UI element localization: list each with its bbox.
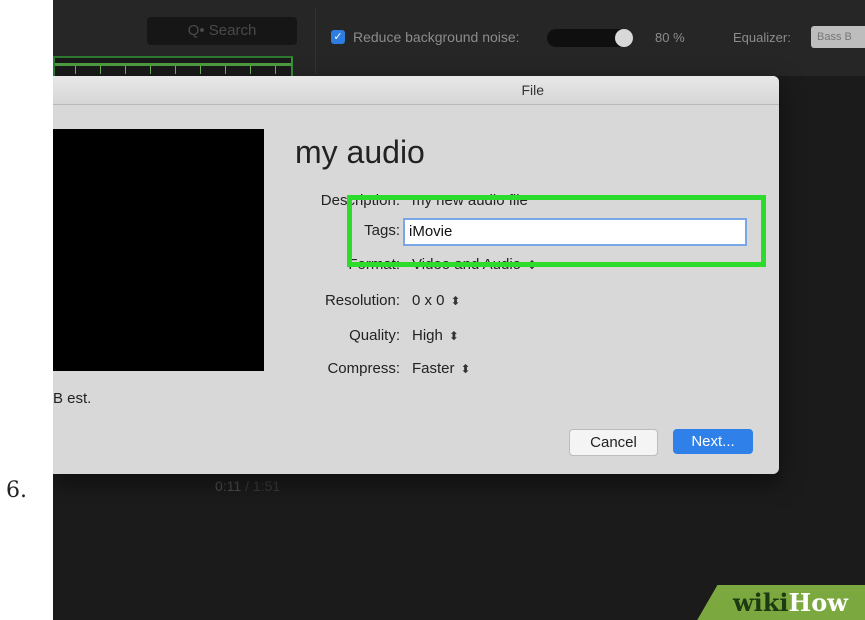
clip-tick [200,66,201,74]
quality-label: Quality: [349,327,400,344]
clip-tick [175,66,176,74]
quality-value: High [412,327,443,344]
imovie-window: Q• Search ✓ Reduce background noise: 80 … [53,0,865,620]
noise-reduction-label: Reduce background noise: [353,29,520,45]
dialog-titlebar: File [53,76,779,105]
wikihow-logo: wikiHow [733,588,848,617]
clip-waveform-bar [55,63,291,66]
clip-tick [275,66,276,74]
noise-slider-knob[interactable] [615,29,633,47]
resolution-select[interactable]: 0 x 0 ⬍ [412,292,461,309]
clip-tick [125,66,126,74]
compress-select[interactable]: Faster ⬍ [412,360,471,377]
clip-tick [250,66,251,74]
share-file-dialog: File B est. my audio Description: my new… [53,76,779,474]
step-number: 6. [6,478,27,503]
clip-tick [100,66,101,74]
resolution-label: Resolution: [324,292,400,309]
compress-label: Compress: [327,360,400,377]
time-separator: / [241,478,253,494]
dialog-title: File [521,82,544,98]
playhead-timecode: 0:11 / 1:51 [215,478,280,494]
highlight-box [347,195,766,267]
stepper-icon: ⬍ [448,329,459,343]
quality-select[interactable]: High ⬍ [412,327,459,344]
search-field[interactable]: Q• Search [147,17,297,45]
top-toolbar: Q• Search ✓ Reduce background noise: 80 … [53,0,865,82]
clip-tick [150,66,151,74]
equalizer-select[interactable]: Bass B [811,26,865,48]
stepper-icon: ⬍ [460,362,471,376]
noise-checkbox[interactable]: ✓ [331,30,345,44]
equalizer-label: Equalizer: [733,30,791,45]
current-time: 0:11 [215,478,242,494]
clip-tick [225,66,226,74]
file-size-estimate: B est. [53,390,92,407]
clip-tick [75,66,76,74]
toolbar-divider [315,8,316,74]
project-title[interactable]: my audio [295,134,425,171]
compress-value: Faster [412,360,455,377]
stepper-icon: ⬍ [450,294,461,308]
noise-percent: 80 % [655,30,685,45]
video-preview [53,129,264,371]
resolution-value: 0 x 0 [412,292,445,309]
cancel-button[interactable]: Cancel [569,429,658,456]
total-time: 1:51 [252,478,281,494]
next-button[interactable]: Next... [673,429,753,454]
